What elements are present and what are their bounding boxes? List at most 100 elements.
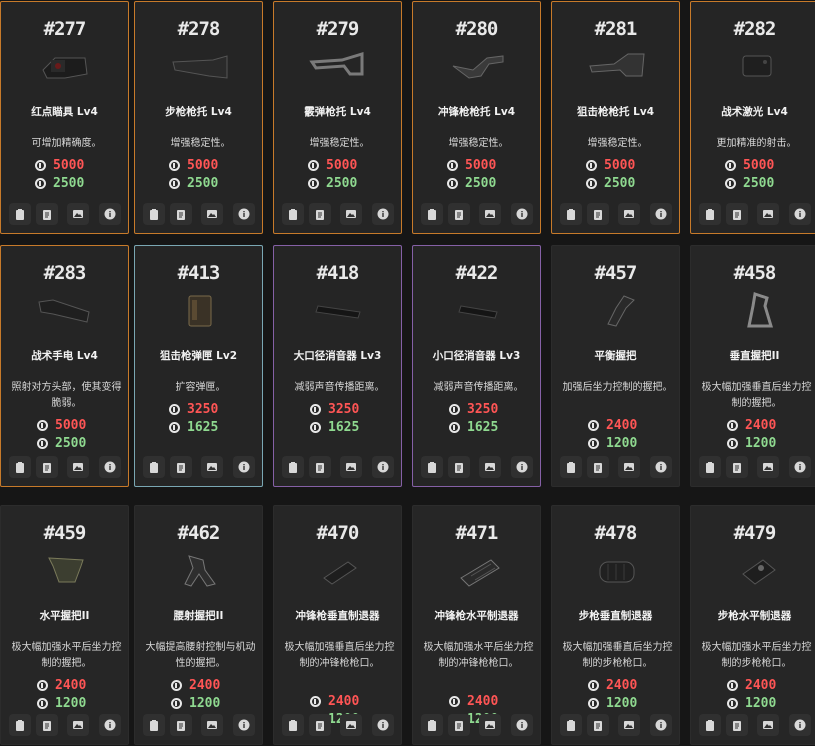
image-button[interactable]	[67, 203, 89, 225]
clipboard-button[interactable]	[421, 203, 443, 225]
item-card[interactable]: #413 狙击枪弹匣 Lv2 扩容弹匣。 3250 1625	[134, 245, 263, 487]
checklist-button[interactable]	[587, 203, 609, 225]
image-button[interactable]	[757, 456, 779, 478]
checklist-button[interactable]	[36, 714, 58, 736]
item-card[interactable]: #418 大口径消音器 Lv3 减弱声音传播距离。 3250 1625	[273, 245, 402, 487]
image-button[interactable]	[618, 714, 640, 736]
checklist-button[interactable]	[448, 203, 470, 225]
info-button[interactable]	[372, 714, 394, 736]
info-button[interactable]	[511, 456, 533, 478]
magazine-icon	[188, 295, 212, 327]
info-button[interactable]	[511, 203, 533, 225]
item-card[interactable]: #278 步枪枪托 Lv4 增强稳定性。 5000 2500	[134, 1, 263, 234]
item-number: #471	[455, 522, 499, 544]
clipboard-button[interactable]	[699, 456, 721, 478]
checklist-button[interactable]	[726, 203, 748, 225]
info-button[interactable]	[372, 456, 394, 478]
checklist-button[interactable]	[726, 456, 748, 478]
checklist-button[interactable]	[170, 456, 192, 478]
item-card[interactable]: #277 红点瞄具 Lv4 可增加精确度。 5000 2500	[0, 1, 129, 234]
info-button[interactable]	[99, 714, 121, 736]
item-card[interactable]: #282 战术激光 Lv4 更加精准的射击。 5000 2500	[690, 1, 815, 234]
clipboard-button[interactable]	[282, 714, 304, 736]
image-button[interactable]	[340, 203, 362, 225]
info-button[interactable]	[233, 714, 255, 736]
image-button[interactable]	[757, 714, 779, 736]
image-button[interactable]	[67, 714, 89, 736]
clipboard-button[interactable]	[9, 714, 31, 736]
checklist-button[interactable]	[36, 456, 58, 478]
clipboard-button[interactable]	[143, 456, 165, 478]
image-button[interactable]	[67, 456, 89, 478]
clipboard-button[interactable]	[421, 456, 443, 478]
clipboard-button[interactable]	[699, 714, 721, 736]
clipboard-button[interactable]	[9, 203, 31, 225]
item-card[interactable]: #471 冲锋枪水平制退器 极大幅加强水平后坐力控制的冲锋枪枪口。 2400 1…	[412, 505, 541, 745]
info-button[interactable]	[650, 714, 672, 736]
checklist-button[interactable]	[309, 203, 331, 225]
clipboard-button[interactable]	[699, 203, 721, 225]
info-button[interactable]	[650, 203, 672, 225]
info-button[interactable]	[99, 456, 121, 478]
info-button[interactable]	[372, 203, 394, 225]
sell-price: 2500	[691, 176, 815, 192]
checklist-button[interactable]	[448, 456, 470, 478]
info-button[interactable]	[511, 714, 533, 736]
item-card[interactable]: #457 平衡握把 加强后坐力控制的握把。 2400 1200	[551, 245, 680, 487]
image-icon	[485, 721, 495, 729]
buy-price-value: 2400	[467, 694, 499, 709]
item-card[interactable]: #470 冲锋枪垂直制退器 极大幅加强垂直后坐力控制的冲锋枪枪口。 2400 1…	[273, 505, 402, 745]
clipboard-button[interactable]	[560, 203, 582, 225]
image-button[interactable]	[340, 456, 362, 478]
smg-vertical-muzzle-icon	[323, 561, 357, 585]
image-button[interactable]	[340, 714, 362, 736]
item-card[interactable]: #279 霰弹枪托 Lv4 增强稳定性。 5000 2500	[273, 1, 402, 234]
item-card[interactable]: #280 冲锋枪枪托 Lv4 增强稳定性。 5000 2500	[412, 1, 541, 234]
checklist-button[interactable]	[36, 203, 58, 225]
checklist-button[interactable]	[587, 714, 609, 736]
item-card[interactable]: #459 水平握把II 极大幅加强水平后坐力控制的握把。 2400 1200	[0, 505, 129, 745]
clipboard-button[interactable]	[560, 714, 582, 736]
sell-price: 1200	[1, 696, 128, 712]
checklist-button[interactable]	[448, 714, 470, 736]
info-button[interactable]	[233, 203, 255, 225]
info-button[interactable]	[650, 456, 672, 478]
item-card[interactable]: #458 垂直握把II 极大幅加强垂直后坐力控制的握把。 2400 1200	[690, 245, 815, 487]
clipboard-button[interactable]	[282, 456, 304, 478]
info-button[interactable]	[789, 456, 811, 478]
item-card[interactable]: #462 腰射握把II 大幅提高腰射控制与机动性的握把。 2400 1200	[134, 505, 263, 745]
image-button[interactable]	[618, 203, 640, 225]
info-button[interactable]	[789, 714, 811, 736]
clipboard-button[interactable]	[9, 456, 31, 478]
info-button[interactable]	[233, 456, 255, 478]
checklist-button[interactable]	[170, 714, 192, 736]
info-button[interactable]	[99, 203, 121, 225]
checklist-button[interactable]	[170, 203, 192, 225]
clipboard-button[interactable]	[282, 203, 304, 225]
item-card[interactable]: #283 战术手电 Lv4 照射对方头部，使其变得脆弱。 5000 2500	[0, 245, 129, 487]
checklist-button[interactable]	[726, 714, 748, 736]
clipboard-button[interactable]	[143, 203, 165, 225]
image-button[interactable]	[479, 714, 501, 736]
image-button[interactable]	[479, 456, 501, 478]
card-actions	[560, 456, 672, 478]
checklist-button[interactable]	[309, 714, 331, 736]
image-button[interactable]	[201, 456, 223, 478]
clipboard-button[interactable]	[143, 714, 165, 736]
image-button[interactable]	[618, 456, 640, 478]
item-card[interactable]: #478 步枪垂直制退器 极大幅加强垂直后坐力控制的步枪枪口。 2400 120…	[551, 505, 680, 745]
clipboard-button[interactable]	[560, 456, 582, 478]
checklist-button[interactable]	[587, 456, 609, 478]
image-button[interactable]	[479, 203, 501, 225]
clipboard-button[interactable]	[421, 714, 443, 736]
buy-price: 5000	[135, 158, 262, 174]
image-button[interactable]	[757, 203, 779, 225]
image-button[interactable]	[201, 714, 223, 736]
item-number: #413	[177, 262, 221, 284]
image-button[interactable]	[201, 203, 223, 225]
item-card[interactable]: #422 小口径消音器 Lv3 减弱声音传播距离。 3250 1625	[412, 245, 541, 487]
item-card[interactable]: #281 狙击枪枪托 Lv4 增强稳定性。 5000 2500	[551, 1, 680, 234]
info-button[interactable]	[789, 203, 811, 225]
checklist-button[interactable]	[309, 456, 331, 478]
item-card[interactable]: #479 步枪水平制退器 极大幅加强水平后坐力控制的步枪枪口。 2400 120…	[690, 505, 815, 745]
